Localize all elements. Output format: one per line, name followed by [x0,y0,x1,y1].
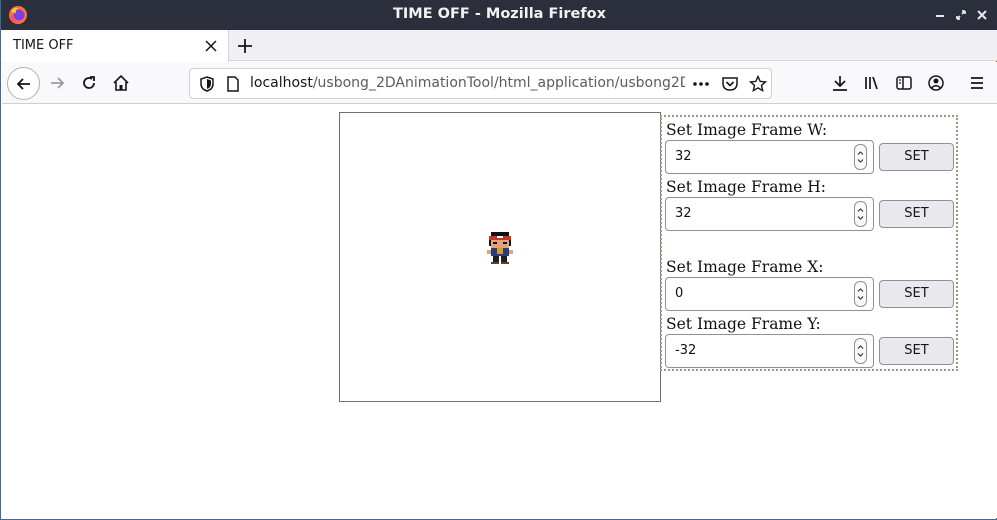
frame-h-input[interactable]: 32 [665,197,874,231]
back-icon [16,77,30,90]
account-icon [928,75,944,91]
spinner-icon[interactable] [854,144,867,170]
reload-button[interactable] [74,68,104,98]
page-icon[interactable] [224,75,242,93]
sidebar-icon [896,76,912,90]
forward-button[interactable] [42,68,72,98]
frame-y-label: Set Image Frame Y: [666,315,821,333]
forward-icon [51,77,65,89]
menu-button[interactable] [962,68,992,98]
frame-x-input[interactable]: 0 [665,277,874,311]
library-button[interactable] [857,68,887,98]
frame-y-value: -32 [675,343,697,358]
title-bar: TIME OFF - Mozilla Firefox [1,0,997,30]
close-icon[interactable] [973,5,991,25]
home-icon [113,74,129,91]
set-x-button[interactable]: SET [879,280,954,308]
frame-h-label: Set Image Frame H: [666,178,826,196]
frame-h-value: 32 [675,206,692,221]
spinner-icon[interactable] [854,201,867,227]
frame-y-input[interactable]: -32 [665,334,874,368]
new-tab-icon[interactable] [235,36,255,56]
tab-close-icon[interactable] [202,37,220,55]
frame-x-value: 0 [675,286,684,301]
menu-icon [971,77,983,89]
spinner-icon[interactable] [854,281,867,307]
reload-icon [83,76,95,89]
download-icon [833,76,847,91]
back-button[interactable] [7,67,40,100]
tab-strip: TIME OFF [2,30,997,62]
window-title: TIME OFF - Mozilla Firefox [393,6,606,22]
animation-canvas[interactable] [339,112,661,402]
sidebar-button[interactable] [889,68,919,98]
minimize-icon[interactable] [931,5,949,25]
browser-window: TIME OFF - Mozilla Firefox TIME OFF loca… [0,0,997,520]
more-icon[interactable] [692,75,710,93]
frame-w-value: 32 [675,149,692,164]
pocket-icon[interactable] [721,75,739,93]
set-y-button[interactable]: SET [879,337,954,365]
frame-settings-panel: Set Image Frame W: 32 SET Set Image Fram… [660,115,958,371]
frame-w-label: Set Image Frame W: [666,121,828,139]
spinner-icon[interactable] [854,338,867,364]
home-button[interactable] [106,68,136,98]
url-bar[interactable]: localhost/usbong_2DAnimationTool/html_ap… [189,68,772,99]
page-content: Set Image Frame W: 32 SET Set Image Fram… [2,104,997,518]
frame-x-label: Set Image Frame X: [666,258,824,276]
bookmark-star-icon[interactable] [749,75,767,93]
character-sprite [487,232,513,264]
set-w-button[interactable]: SET [879,143,954,171]
url-text[interactable]: localhost/usbong_2DAnimationTool/html_ap… [250,75,685,91]
library-icon [865,76,878,90]
nav-bar: localhost/usbong_2DAnimationTool/html_ap… [2,62,997,104]
downloads-button[interactable] [825,68,855,98]
tab-label: TIME OFF [13,38,74,53]
account-button[interactable] [921,68,951,98]
set-h-button[interactable]: SET [879,200,954,228]
url-host: localhost [250,75,313,91]
tab-time-off[interactable]: TIME OFF [2,30,229,62]
frame-w-input[interactable]: 32 [665,140,874,174]
restore-icon[interactable] [952,5,970,25]
url-path: /usbong_2DAnimationTool/html_application… [312,75,685,91]
shield-icon[interactable] [198,75,216,93]
